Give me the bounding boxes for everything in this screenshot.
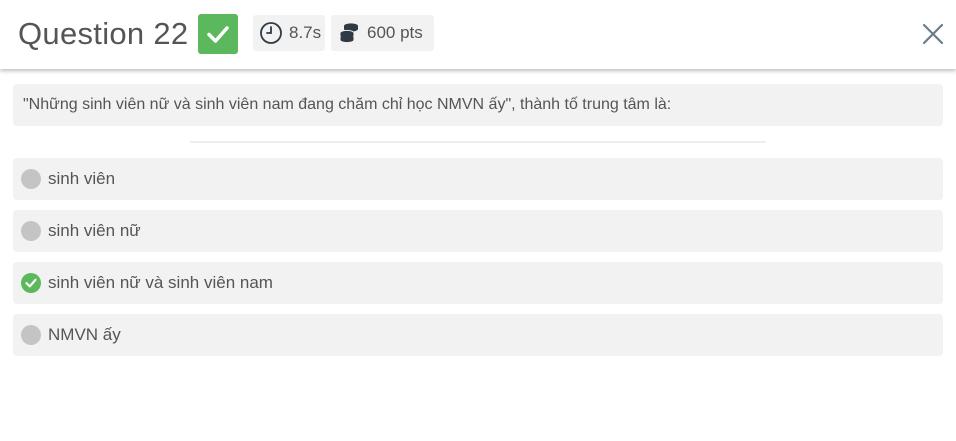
time-pill: 8.7s — [253, 15, 325, 51]
answer-option-correct[interactable]: sinh viên nữ và sinh viên nam — [13, 262, 943, 304]
check-circle-icon — [21, 273, 41, 293]
answer-option-label: sinh viên — [48, 169, 116, 188]
points-pill: 600 pts — [331, 15, 434, 51]
answer-option[interactable]: sinh viên — [13, 158, 943, 200]
correct-badge — [198, 14, 238, 54]
points-value: 600 pts — [367, 23, 423, 42]
close-icon — [922, 23, 944, 45]
answer-option[interactable]: sinh viên nữ — [13, 210, 943, 252]
close-button[interactable] — [920, 21, 946, 47]
checkmark-icon — [207, 26, 229, 43]
question-title: Question 22 — [18, 16, 189, 51]
answer-option-label: sinh viên nữ — [48, 221, 141, 240]
answer-option-label: NMVN ấy — [48, 325, 121, 344]
answer-option[interactable]: NMVN ấy — [13, 314, 943, 356]
clock-icon — [259, 21, 283, 45]
answer-option-label: sinh viên nữ và sinh viên nam — [48, 273, 273, 292]
question-text: "Những sinh viên nữ và sinh viên nam đan… — [23, 96, 672, 113]
question-text-box: "Những sinh viên nữ và sinh viên nam đan… — [13, 84, 943, 126]
radio-icon — [21, 169, 41, 189]
time-value: 8.7s — [289, 23, 322, 42]
radio-icon — [21, 325, 41, 345]
radio-icon — [21, 221, 41, 241]
coins-icon — [337, 21, 361, 45]
question-header: Question 22 8.7s 600 pts — [0, 0, 956, 69]
divider — [190, 141, 766, 143]
